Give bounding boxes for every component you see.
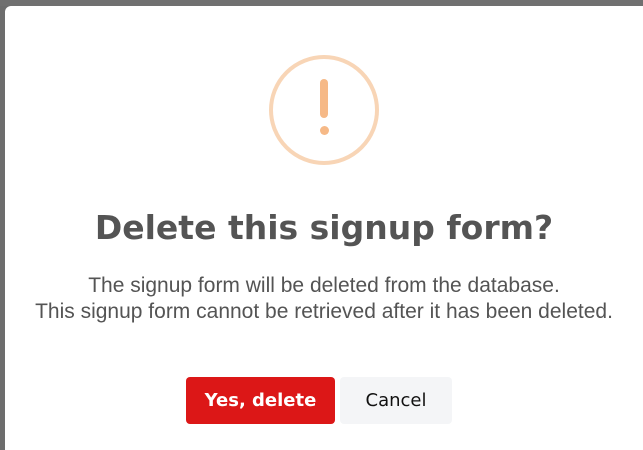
cancel-button[interactable]: Cancel [340,377,452,424]
dialog-message-line2: This signup form cannot be retrieved aft… [35,299,613,323]
exclamation-bar [320,79,328,118]
exclamation-dot [320,126,329,135]
dialog-message-line1: The signup form will be deleted from the… [88,274,560,297]
dialog-message: The signup form will be deleted from the… [30,273,618,324]
warning-exclamation-icon [269,55,379,165]
delete-confirmation-dialog: Delete this signup form? The signup form… [5,6,643,450]
confirm-delete-button[interactable]: Yes, delete [186,377,335,424]
dialog-title: Delete this signup form? [94,208,554,247]
